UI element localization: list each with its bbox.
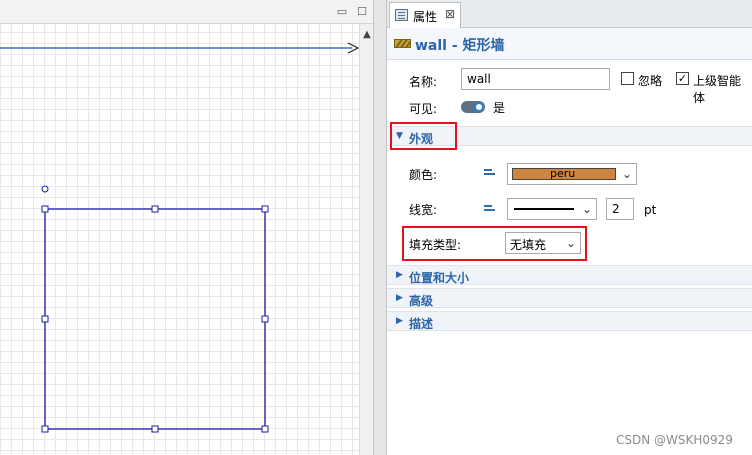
graphical-editor: ▭ ☐ ▲	[0, 0, 373, 455]
section-position-size-title: 位置和大小	[409, 271, 470, 285]
fill-type-value: 无填充	[510, 238, 547, 252]
line-width-label: 线宽:	[409, 203, 438, 217]
editor-header: ▭ ☐	[0, 0, 373, 24]
editor-canvas[interactable]	[0, 24, 359, 455]
section-position-size[interactable]: ▶ 位置和大小	[387, 265, 752, 285]
canvas-drawing	[0, 42, 359, 433]
watermark: CSDN @WSKH0929	[616, 433, 733, 447]
dynamic-value-icon[interactable]	[484, 167, 498, 179]
chevron-down-icon: ⌄	[581, 202, 592, 216]
visible-toggle[interactable]	[461, 101, 485, 113]
ignore-checkbox[interactable]	[621, 72, 634, 85]
line-width-value: 2	[612, 202, 620, 216]
chevron-down-icon: ▼	[396, 131, 403, 141]
chevron-right-icon: ▶	[396, 316, 403, 326]
line-width-input[interactable]: 2	[606, 198, 634, 220]
properties-title-bar: wall - 矩形墙	[387, 28, 752, 60]
color-label: 颜色:	[409, 168, 438, 182]
resize-handle-top[interactable]	[151, 205, 159, 213]
fill-type-select[interactable]: 无填充 ⌄	[505, 232, 581, 254]
section-advanced[interactable]: ▶ 高级	[387, 288, 752, 308]
tab-properties[interactable]: 属性 ⊠	[389, 2, 461, 28]
tab-properties-label: 属性	[413, 10, 438, 24]
section-advanced-title: 高级	[409, 294, 434, 308]
line-style-combo[interactable]: ⌄	[507, 198, 597, 220]
section-appearance[interactable]: ▼ 外观	[387, 126, 752, 146]
chevron-down-icon: ⌄	[621, 167, 632, 181]
resize-handle-top-left[interactable]	[41, 205, 49, 213]
line-width-unit: pt	[644, 203, 657, 217]
ignore-label: 忽略	[638, 74, 663, 88]
panel-splitter[interactable]	[373, 0, 387, 455]
name-input[interactable]	[461, 68, 610, 90]
fill-type-label: 填充类型:	[409, 238, 462, 252]
chevron-right-icon: ▶	[396, 270, 403, 280]
visible-label: 可见:	[409, 102, 438, 116]
resize-handle-bottom-left[interactable]	[41, 425, 49, 433]
resize-handle-bottom[interactable]	[151, 425, 159, 433]
line-style-preview	[514, 208, 574, 210]
chevron-down-icon: ⌄	[565, 236, 576, 250]
minimize-icon[interactable]: ▭	[335, 5, 349, 19]
chevron-right-icon: ▶	[396, 293, 403, 303]
properties-panel: 属性 ⊠ wall - 矩形墙 名称: 忽略 ✓ 上级智能体 可见: 是 ▼ 外…	[387, 0, 752, 455]
section-appearance-title: 外观	[409, 132, 434, 146]
upper-agent-label: 上级智能体	[693, 74, 742, 105]
wall-icon	[394, 39, 411, 48]
close-icon[interactable]: ⊠	[445, 7, 455, 21]
section-description-title: 描述	[409, 317, 434, 331]
dynamic-value-icon[interactable]	[484, 203, 498, 215]
section-description[interactable]: ▶ 描述	[387, 311, 752, 331]
color-value: peru	[550, 167, 576, 180]
page-title: wall - 矩形墙	[415, 38, 505, 54]
name-label: 名称:	[409, 75, 438, 89]
editor-vertical-scrollbar[interactable]: ▲	[359, 24, 373, 455]
upper-agent-checkbox[interactable]: ✓	[676, 72, 689, 85]
rectangular-wall[interactable]	[44, 208, 266, 430]
resize-handle-bottom-right[interactable]	[261, 425, 269, 433]
properties-tab-bar: 属性 ⊠	[387, 0, 752, 28]
resize-handle-right[interactable]	[261, 315, 269, 323]
visible-value: 是	[493, 101, 506, 115]
maximize-icon[interactable]: ☐	[355, 5, 369, 19]
resize-handle-top-right[interactable]	[261, 205, 269, 213]
properties-icon	[395, 9, 408, 21]
resize-handle-left[interactable]	[41, 315, 49, 323]
scroll-up-icon[interactable]: ▲	[362, 30, 372, 40]
rotation-handle[interactable]	[41, 185, 49, 193]
color-combo[interactable]: peru ⌄	[507, 163, 637, 185]
